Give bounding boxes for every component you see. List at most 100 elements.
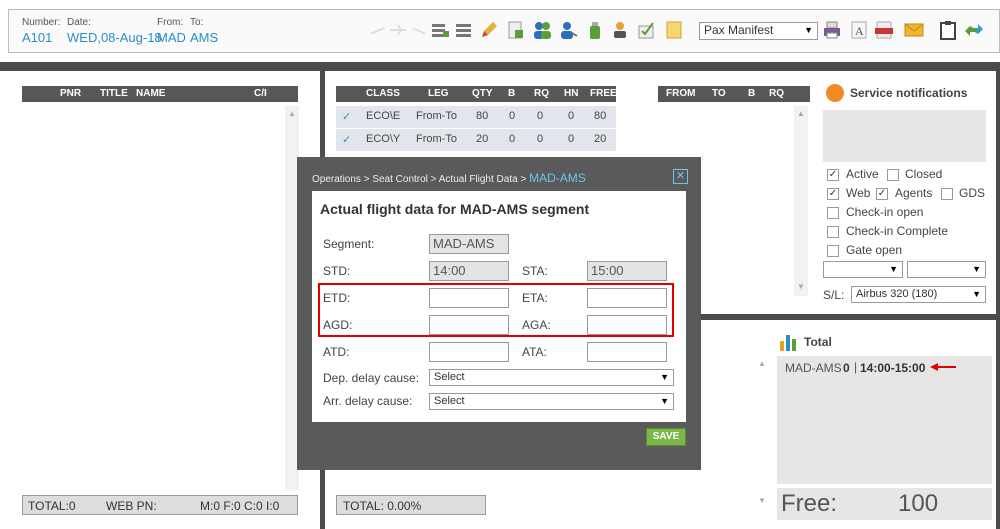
email-icon[interactable]: [904, 20, 924, 40]
gds-checkbox[interactable]: [941, 188, 953, 200]
flight-number-label: Number:: [22, 17, 61, 28]
bottle-icon[interactable]: [585, 20, 605, 40]
col-ci[interactable]: C/I: [254, 88, 267, 99]
chevron-down-icon: ▼: [660, 372, 669, 382]
arr-delay-select[interactable]: Select ▼: [429, 393, 674, 410]
transfer-icon[interactable]: [610, 20, 630, 40]
web-checkbox[interactable]: ✓: [827, 188, 839, 200]
class-footer: TOTAL: 0.00%: [336, 495, 486, 515]
dep-delay-select[interactable]: Select ▼: [429, 369, 674, 386]
col-leg[interactable]: LEG: [428, 88, 449, 99]
col-to[interactable]: TO: [712, 88, 726, 99]
refresh-icon[interactable]: [964, 20, 984, 40]
col-pnr[interactable]: PNR: [60, 88, 81, 99]
font-icon[interactable]: A: [849, 20, 869, 40]
top-bar: Number: A101 Date: WED,08-Aug-18 From: M…: [0, 0, 1000, 62]
atd-label: ATD:: [323, 345, 350, 359]
add-list-icon[interactable]: [430, 20, 450, 40]
vertical-separator-right: [996, 71, 1000, 529]
checkin-open-checkbox[interactable]: [827, 207, 839, 219]
table-row[interactable]: ✓ ECO\E From-To 80 0 0 0 80: [336, 106, 616, 128]
report-select[interactable]: Pax Manifest ▼: [699, 22, 818, 40]
scroll-down-icon[interactable]: ▼: [797, 282, 805, 291]
dialog-heading: Actual flight data for MAD-AMS segment: [320, 201, 590, 217]
ata-label: ATA:: [522, 345, 547, 359]
notepad-icon[interactable]: [664, 20, 684, 40]
gate-open-checkbox[interactable]: [827, 245, 839, 257]
row-qty: 80: [476, 110, 489, 122]
clipboard-icon[interactable]: [938, 20, 958, 40]
flight-number-value: A101: [22, 30, 53, 45]
pax-total: TOTAL:0: [28, 499, 76, 513]
row-leg: From-To: [416, 133, 457, 145]
chevron-down-icon: ▼: [660, 396, 669, 406]
scroll-down-icon[interactable]: ▼: [758, 496, 766, 505]
pax-table-header: PNR TITLE NAME C/I: [22, 86, 298, 102]
atd-field[interactable]: [429, 342, 509, 362]
total-title: Total: [804, 335, 832, 349]
row-hn: 0: [568, 133, 575, 145]
chevron-down-icon: ▼: [972, 264, 981, 274]
sl-select[interactable]: Airbus 320 (180) ▼: [851, 286, 986, 303]
col-b[interactable]: B: [748, 88, 755, 99]
total-times: 14:00-15:00: [860, 361, 926, 375]
red-arrow-icon: [929, 361, 957, 371]
list-icon[interactable]: [454, 20, 474, 40]
row-b: 0: [509, 110, 516, 122]
save-button[interactable]: SAVE: [646, 428, 686, 446]
add-page-icon[interactable]: [505, 20, 525, 40]
route-scrollbar[interactable]: ▲ ▼: [794, 106, 808, 296]
col-qty[interactable]: QTY: [472, 88, 493, 99]
pax-classes: M:0 F:0 C:0 I:0: [200, 499, 280, 513]
plane-landing-icon[interactable]: [409, 20, 429, 40]
notif-select-1[interactable]: ▼: [823, 261, 903, 278]
col-hn[interactable]: HN: [564, 88, 578, 99]
user-icon[interactable]: [558, 20, 578, 40]
pdf-icon[interactable]: [874, 20, 894, 40]
col-b[interactable]: B: [508, 88, 515, 99]
total-scrollbar[interactable]: ▲ ▼: [755, 356, 769, 516]
rss-icon: [826, 84, 844, 102]
row-class: ECO\E: [366, 110, 401, 122]
col-rq[interactable]: RQ: [769, 88, 784, 99]
checkin-open-label: Check-in open: [846, 205, 924, 219]
scroll-up-icon[interactable]: ▲: [758, 359, 766, 368]
pax-web: WEB PN:: [106, 499, 157, 513]
report-select-value: Pax Manifest: [704, 23, 774, 37]
scroll-up-icon[interactable]: ▲: [797, 109, 805, 118]
breadcrumb-current: MAD-AMS: [529, 171, 586, 185]
bar-chart-icon: [780, 333, 796, 351]
col-rq[interactable]: RQ: [534, 88, 549, 99]
sl-label: S/L:: [823, 288, 845, 302]
plane-takeoff-icon[interactable]: [367, 20, 387, 40]
col-name[interactable]: NAME: [136, 88, 165, 99]
checkin-complete-checkbox[interactable]: [827, 226, 839, 238]
total-separator: |: [854, 360, 858, 374]
total-segment: MAD-AMS: [785, 361, 842, 375]
dep-delay-label: Dep. delay cause:: [323, 371, 420, 385]
class-table-header: CLASS LEG QTY B RQ HN FREE: [336, 86, 617, 102]
plane-icon[interactable]: [388, 20, 408, 40]
users-icon[interactable]: [532, 20, 552, 40]
printer-icon[interactable]: [822, 20, 842, 40]
edit-pencil-icon[interactable]: [479, 20, 499, 40]
web-label: Web: [846, 186, 871, 200]
active-checkbox[interactable]: ✓: [827, 169, 839, 181]
col-free[interactable]: FREE: [590, 88, 617, 99]
total-count: 0: [843, 361, 850, 375]
col-from[interactable]: FROM: [666, 88, 695, 99]
pax-footer: TOTAL:0 WEB PN: M:0 F:0 C:0 I:0: [22, 495, 298, 515]
col-class[interactable]: CLASS: [366, 88, 400, 99]
agents-checkbox[interactable]: ✓: [876, 188, 888, 200]
agents-label: Agents: [895, 186, 933, 200]
table-row[interactable]: ✓ ECO\Y From-To 20 0 0 0 20: [336, 129, 616, 151]
notif-select-2[interactable]: ▼: [907, 261, 986, 278]
ata-field[interactable]: [587, 342, 667, 362]
col-title[interactable]: TITLE: [100, 88, 128, 99]
closed-checkbox[interactable]: [887, 169, 899, 181]
scroll-up-icon[interactable]: ▲: [288, 109, 296, 118]
close-icon[interactable]: ✕: [673, 169, 688, 184]
row-class: ECO\Y: [366, 133, 401, 145]
check-doc-icon[interactable]: [636, 20, 656, 40]
sta-label: STA:: [522, 264, 548, 278]
